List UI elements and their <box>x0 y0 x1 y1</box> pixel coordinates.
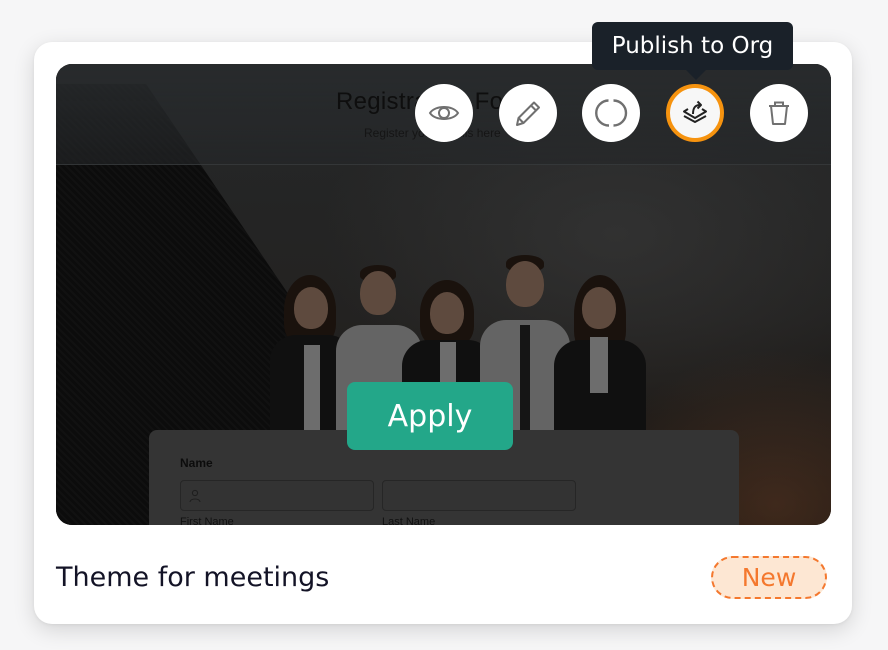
new-badge: New <box>711 556 827 599</box>
apply-button[interactable]: Apply <box>347 382 513 450</box>
theme-card: Registration Form Register your details … <box>34 42 852 624</box>
clone-button[interactable] <box>582 84 640 142</box>
publish-to-org-button[interactable] <box>666 84 724 142</box>
pencil-icon <box>516 101 540 126</box>
preview-last-name-input <box>382 480 576 511</box>
preview-first-name-label: First Name <box>180 516 234 525</box>
trash-icon <box>769 101 789 125</box>
publish-tooltip: Publish to Org <box>592 22 793 70</box>
preview-first-name-input <box>180 480 374 511</box>
tooltip-arrow <box>686 70 706 80</box>
edit-button[interactable] <box>499 84 557 142</box>
preview-last-name-label: Last Name <box>382 516 436 525</box>
user-icon <box>189 489 201 503</box>
eye-icon <box>428 106 460 120</box>
layers-share-icon <box>683 100 707 123</box>
preview-name-label: Name <box>180 456 213 470</box>
theme-title: Theme for meetings <box>56 562 330 593</box>
theme-preview[interactable]: Registration Form Register your details … <box>56 64 831 525</box>
preview-button[interactable] <box>415 84 473 142</box>
delete-button[interactable] <box>750 84 808 142</box>
refresh-circle-icon <box>595 99 628 127</box>
